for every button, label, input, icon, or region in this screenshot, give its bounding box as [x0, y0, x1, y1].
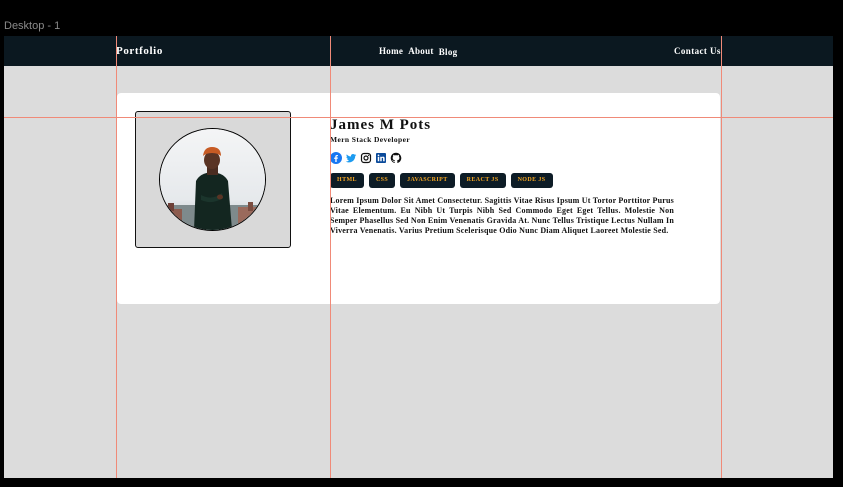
nav-home-link[interactable]: Home — [379, 46, 403, 56]
nav-contact-link[interactable]: Contact Us — [674, 46, 721, 56]
twitter-icon[interactable] — [345, 152, 357, 164]
profile-card: James M Pots Mern Stack Developer HTML C… — [117, 93, 720, 304]
avatar-photo — [160, 129, 265, 230]
layout-guide-vertical — [330, 36, 331, 478]
skill-tags: HTML CSS JAVASCRIPT REACT JS NODE JS — [330, 173, 553, 188]
profile-role: Mern Stack Developer — [330, 135, 411, 144]
layout-guide-horizontal — [4, 117, 833, 118]
instagram-icon[interactable] — [360, 152, 372, 164]
skill-tag-html[interactable]: HTML — [330, 173, 364, 188]
nav-links: Home About Blog — [379, 46, 458, 57]
profile-name: James M Pots — [330, 117, 432, 133]
frame-label[interactable]: Desktop - 1 — [4, 20, 60, 32]
nav-about-link[interactable]: About — [408, 46, 434, 56]
layout-guide-vertical — [721, 36, 722, 478]
facebook-icon[interactable] — [330, 152, 342, 164]
navbar: Portfolio Home About Blog Contact Us — [4, 36, 833, 66]
photo-frame — [135, 111, 291, 248]
linkedin-icon[interactable] — [375, 152, 387, 164]
skill-tag-javascript[interactable]: JAVASCRIPT — [400, 173, 455, 188]
avatar — [159, 128, 266, 231]
skill-tag-node[interactable]: NODE JS — [510, 173, 553, 188]
skill-tag-css[interactable]: CSS — [368, 173, 396, 188]
layout-guide-vertical — [116, 36, 117, 478]
brand-logo[interactable]: Portfolio — [116, 45, 163, 57]
nav-blog-link[interactable]: Blog — [439, 47, 458, 57]
desktop-frame: Portfolio Home About Blog Contact Us Jam… — [4, 36, 833, 478]
skill-tag-react[interactable]: REACT JS — [459, 173, 506, 188]
github-icon[interactable] — [390, 152, 402, 164]
profile-bio: Lorem Ipsum Dolor Sit Amet Consectetur. … — [330, 196, 674, 235]
social-links — [330, 152, 402, 164]
